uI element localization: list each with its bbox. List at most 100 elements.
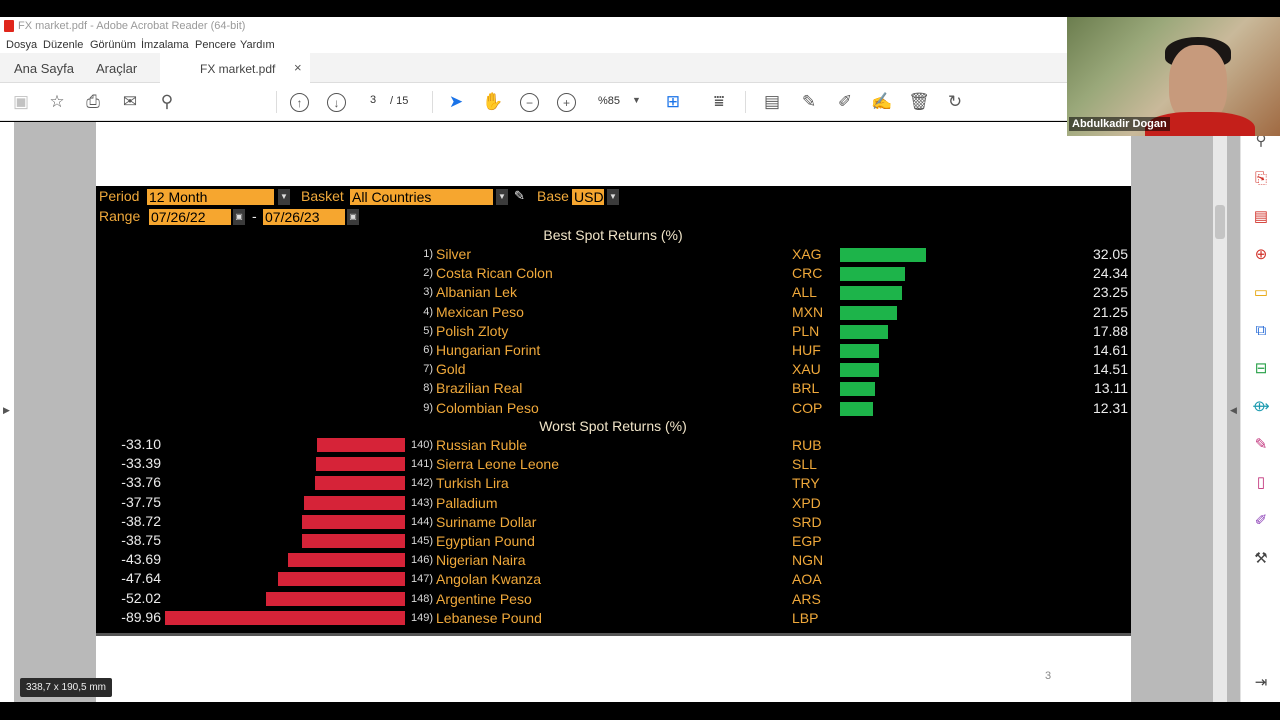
menu-item-help[interactable]: Yardım	[240, 39, 275, 51]
rotate-icon[interactable]: ↻	[944, 91, 966, 113]
next-page-icon[interactable]: ↓	[327, 93, 346, 112]
fill-sign-icon[interactable]: ✍	[871, 91, 893, 113]
list-item-name[interactable]: Sierra Leone Leone	[436, 456, 559, 472]
chevron-down-icon[interactable]: ▼	[632, 95, 641, 105]
zoom-out-icon[interactable]: −	[520, 93, 539, 112]
list-item-name[interactable]: Egyptian Pound	[436, 533, 535, 549]
list-item-code: PLN	[792, 322, 820, 339]
scrollbar-thumb[interactable]	[1215, 205, 1225, 239]
list-item-name[interactable]: Gold	[436, 361, 466, 377]
create-pdf-icon[interactable]: ⊕	[1252, 246, 1270, 264]
list-item-name[interactable]: Mexican Peso	[436, 304, 524, 320]
list-item-rank: 7)	[423, 363, 433, 376]
list-item-name[interactable]: Silver	[436, 246, 471, 262]
list-item-code: BRL	[792, 380, 820, 397]
bottom-black-strip	[0, 702, 1280, 720]
calendar-icon[interactable]: ▣	[347, 209, 359, 225]
page-display-icon[interactable]: ⩸	[708, 91, 730, 113]
list-item-value: -33.39	[121, 455, 161, 472]
export-pdf-icon[interactable]: ⎘	[1252, 170, 1270, 188]
list-item-code: HUF	[792, 342, 821, 358]
list-item-value: -37.75	[121, 493, 161, 510]
edit-pencil-icon[interactable]: ✎	[514, 188, 525, 204]
worst-bar	[314, 476, 405, 491]
menu-item-edit[interactable]: Düzenle	[43, 39, 83, 51]
list-item-rank: 6)	[423, 344, 433, 356]
list-item-name[interactable]: Hungarian Forint	[436, 342, 540, 358]
tab-tools[interactable]: Araçlar	[96, 61, 137, 76]
range-from-input[interactable]: 07/26/22	[149, 209, 231, 225]
menu-item-view[interactable]: Görünüm	[90, 39, 136, 51]
tab-document[interactable]: FX market.pdf ×	[160, 53, 310, 83]
list-item-name[interactable]: Brazilian Real	[436, 380, 522, 396]
webcam-overlay: Abdulkadir Dogan	[1067, 17, 1280, 136]
list-item-name[interactable]: Polish Zloty	[436, 323, 508, 339]
chevron-down-icon[interactable]: ▼	[496, 189, 508, 205]
calendar-icon[interactable]: ▣	[233, 209, 245, 225]
tab-home[interactable]: Ana Sayfa	[14, 61, 74, 76]
sign-tool-icon[interactable]: ✐	[1252, 512, 1270, 530]
menu-item-file[interactable]: Dosya	[6, 39, 37, 51]
email-icon[interactable]: ✉	[119, 91, 141, 113]
list-item-name[interactable]: Suriname Dollar	[436, 514, 536, 530]
compress-pdf-icon[interactable]: ⊟	[1252, 360, 1270, 378]
fill-sign-tool-icon[interactable]: ✎	[1252, 436, 1270, 454]
expand-left-pane-icon[interactable]: ▶	[3, 405, 10, 416]
collapse-right-pane-icon[interactable]: ◀	[1230, 405, 1237, 416]
basket-select[interactable]: All Countries	[350, 189, 493, 205]
list-item-value: -47.64	[121, 570, 161, 587]
list-item-rank: 149)	[410, 611, 433, 624]
list-item-name[interactable]: Turkish Lira	[436, 475, 509, 491]
tab-document-label: FX market.pdf	[200, 62, 276, 76]
menu-item-window[interactable]: Pencere	[195, 39, 236, 51]
list-item-name[interactable]: Argentine Peso	[436, 591, 532, 607]
close-tab-icon[interactable]: ×	[294, 60, 302, 75]
search-icon[interactable]: ⚲	[156, 91, 178, 113]
menu-item-sign[interactable]: İmzalama	[141, 39, 189, 51]
bookmark-star-icon[interactable]: ☆	[46, 91, 68, 113]
select-cursor-icon[interactable]: ➤	[445, 91, 467, 113]
previous-page-icon[interactable]: ↑	[290, 93, 309, 112]
combine-files-icon[interactable]: ⧉	[1252, 322, 1270, 340]
list-item-value: 21.25	[1092, 303, 1128, 320]
zoom-level-select[interactable]: %85	[598, 95, 620, 107]
page-number-input[interactable]: 3	[362, 94, 384, 110]
list-item-name[interactable]: Colombian Peso	[436, 400, 539, 416]
list-item-rank: 2)	[423, 267, 433, 280]
highlight-pen-icon[interactable]: ✎	[798, 91, 820, 113]
zoom-in-icon[interactable]: +	[557, 93, 576, 112]
save-icon[interactable]: ▣	[10, 91, 32, 113]
collapse-tools-icon[interactable]: ⇥	[1252, 674, 1270, 692]
more-tools-icon[interactable]: ⚒	[1252, 550, 1270, 568]
list-item-name[interactable]: Angolan Kwanza	[436, 571, 541, 587]
list-item-value: 14.51	[1092, 361, 1128, 378]
comment-icon[interactable]: ▤	[761, 91, 783, 113]
print-icon[interactable]: ⎙	[82, 91, 104, 113]
period-select[interactable]: 12 Month	[147, 189, 274, 205]
comment-tool-icon[interactable]: ▭	[1252, 284, 1270, 302]
request-signature-icon[interactable]: ▯	[1252, 474, 1270, 492]
edit-pdf-icon[interactable]: ⟴	[1252, 398, 1270, 416]
list-item-rank: 1)	[423, 248, 433, 260]
chevron-down-icon[interactable]: ▼	[607, 189, 619, 205]
list-item-name[interactable]: Nigerian Naira	[436, 552, 525, 568]
list-item-code: LBP	[792, 609, 819, 626]
chevron-down-icon[interactable]: ▼	[278, 189, 290, 205]
list-item-name[interactable]: Palladium	[436, 495, 497, 511]
list-item-value: 24.34	[1092, 265, 1128, 282]
base-currency-select[interactable]: USD	[572, 189, 604, 205]
organize-pages-icon[interactable]: ▤	[1252, 208, 1270, 226]
hand-tool-icon[interactable]: ✋	[482, 91, 504, 113]
best-bar	[840, 286, 903, 301]
list-item-name[interactable]: Lebanese Pound	[436, 610, 542, 626]
list-item-name[interactable]: Costa Rican Colon	[436, 265, 553, 281]
list-item-name[interactable]: Russian Ruble	[436, 437, 527, 453]
fit-page-icon[interactable]: ⊞	[662, 91, 684, 113]
list-item-code: XAG	[792, 246, 822, 262]
delete-icon[interactable]: 🗑	[908, 91, 930, 113]
list-item-name[interactable]: Albanian Lek	[436, 284, 517, 300]
range-to-input[interactable]: 07/26/23	[263, 209, 345, 225]
draw-icon[interactable]: ✐	[834, 91, 856, 113]
list-item-rank: 145)	[410, 535, 433, 547]
window-title: FX market.pdf - Adobe Acrobat Reader (64…	[18, 20, 246, 32]
